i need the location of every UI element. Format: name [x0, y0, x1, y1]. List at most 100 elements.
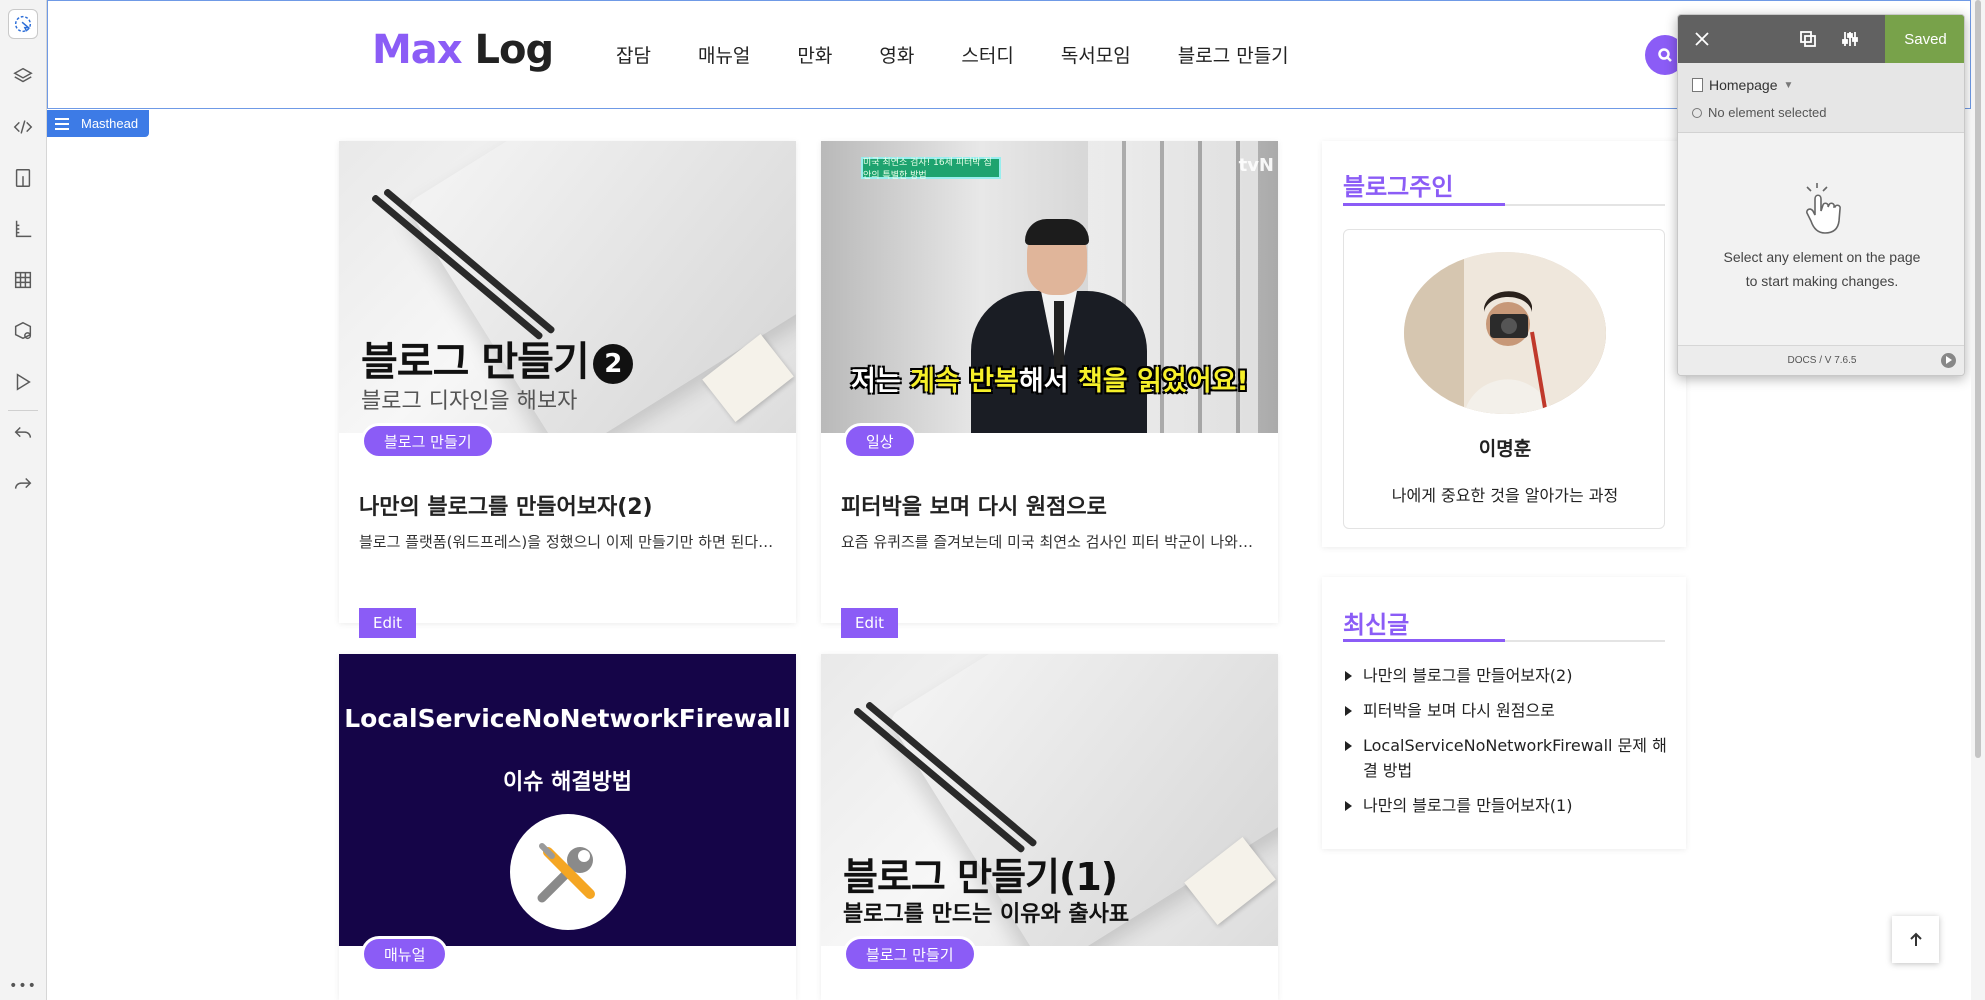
broadcaster-logo: tvN [1238, 155, 1274, 176]
edit-button[interactable]: Edit [359, 608, 416, 638]
editor-toolbar: ••• [0, 0, 47, 1000]
nav-item-comics[interactable]: 만화 [797, 41, 832, 68]
message-line: to start making changes. [1745, 273, 1899, 289]
redo-icon[interactable] [8, 469, 38, 499]
play-icon[interactable] [1941, 353, 1956, 368]
more-icon[interactable]: ••• [8, 978, 38, 994]
thumbnail-title: 블로그 만들기(1) [843, 855, 1118, 899]
element-icon [1692, 107, 1702, 118]
video-subtitle-highlight: 책을 읽었어요! [1077, 366, 1249, 397]
message-line: Select any element on the page [1723, 249, 1921, 265]
thumbnail-title-text: 블로그 만들기 [361, 339, 590, 385]
category-badge[interactable]: 매뉴얼 [361, 936, 449, 972]
page-scrollbar[interactable] [1971, 0, 1985, 1000]
photographer-photo [1404, 252, 1606, 414]
thumbnail-title: 블로그 만들기 2 [361, 329, 633, 387]
selection-status: No element selected [1692, 105, 1827, 120]
video-badge: 미국 최연소 검사! 16세 피터박 집안의 특별한 방법 [861, 157, 1001, 181]
nav-item-manual[interactable]: 매뉴얼 [698, 41, 750, 68]
components-icon[interactable] [8, 316, 38, 346]
logo-max: Max [372, 27, 463, 73]
category-badge[interactable]: 일상 [843, 423, 917, 459]
widget-title: 최신글 [1343, 611, 1410, 639]
docs-version-link[interactable]: DOCS / V 7.6.5 [1678, 355, 1964, 366]
nav-item-blog-building[interactable]: 블로그 만들기 [1178, 41, 1289, 68]
thumbnail-subtitle: 블로그 디자인을 해보자 [361, 389, 578, 414]
widget-divider-accent [1343, 203, 1505, 206]
saved-button[interactable]: Saved [1885, 15, 1964, 63]
editor-panel-message: Select any element on the page to start … [1678, 245, 1964, 293]
person-hair [1025, 219, 1089, 245]
edit-button[interactable]: Edit [841, 608, 898, 638]
back-to-top-button[interactable] [1892, 916, 1939, 963]
chevron-down-icon: ▼ [1783, 79, 1794, 91]
close-icon[interactable] [1690, 27, 1714, 51]
post-thumbnail[interactable]: 미국 최연소 검사! 16세 피터박 집안의 특별한 방법 tvN 저는 계속 … [821, 141, 1278, 433]
post-card[interactable]: 미국 최연소 검사! 16세 피터박 집안의 특별한 방법 tvN 저는 계속 … [821, 141, 1278, 638]
site-logo[interactable]: Max Log [372, 27, 555, 73]
page-icon[interactable] [8, 163, 38, 193]
profile-card: 이명훈 나에게 중요한 것을 알아가는 과정 [1343, 229, 1665, 529]
video-subtitle: 저는 계속 반복해서 책을 읽었어요! [851, 359, 1249, 398]
select-icon[interactable] [8, 9, 38, 39]
video-subtitle-part: 저는 [851, 366, 911, 397]
post-title[interactable]: 피터박을 보며 다시 원점으로 [841, 489, 1107, 521]
selection-status-text: No element selected [1708, 105, 1827, 120]
thumbnail-title: LocalServiceNoNetworkFirewall [344, 704, 791, 733]
widget-divider-accent [1343, 639, 1505, 642]
hamburger-icon [55, 115, 69, 133]
arrow-up-icon [1909, 932, 1922, 946]
thumbnail-subtitle: 이슈 해결방법 [502, 770, 633, 795]
page-selector[interactable]: Homepage ▼ [1692, 77, 1793, 93]
post-card[interactable]: 블로그 만들기 2 블로그 디자인을 해보자 블로그 만들기 나만의 블로그를 만… [339, 141, 796, 638]
nav-item-bookclub[interactable]: 독서모임 [1061, 41, 1131, 68]
grid-icon[interactable] [8, 265, 38, 295]
post-card[interactable]: LocalServiceNoNetworkFirewall 이슈 해결방법 매뉴… [339, 654, 796, 1000]
post-thumbnail[interactable]: 블로그 만들기(1) 블로그를 만드는 이유와 출사표 [821, 654, 1278, 946]
post-thumbnail[interactable]: 블로그 만들기 2 블로그 디자인을 해보자 [339, 141, 796, 433]
thumbnail-subtitle: 블로그를 만드는 이유와 출사표 [843, 902, 1130, 927]
thumbnail-number: 2 [592, 344, 633, 384]
code-icon[interactable] [8, 112, 38, 142]
scrollbar-thumb[interactable] [1975, 0, 1981, 758]
owner-name: 이명훈 [1478, 438, 1532, 460]
duplicate-icon[interactable] [1796, 27, 1820, 51]
search-icon [1658, 48, 1672, 62]
recent-post-link[interactable]: 피터박을 보며 다시 원점으로 [1343, 698, 1673, 723]
post-thumbnail[interactable]: LocalServiceNoNetworkFirewall 이슈 해결방법 [339, 654, 796, 946]
logo-log: Log [474, 27, 555, 73]
post-card[interactable]: 블로그 만들기(1) 블로그를 만드는 이유와 출사표 블로그 만들기 [821, 654, 1278, 1000]
avatar[interactable] [1404, 252, 1606, 414]
nav-item-study[interactable]: 스터디 [961, 41, 1013, 68]
undo-icon[interactable] [8, 418, 38, 448]
category-badge[interactable]: 블로그 만들기 [843, 936, 977, 972]
masthead-selection-label[interactable]: Masthead [47, 110, 149, 137]
post-excerpt: 블로그 플랫폼(워드프레스)을 정했으니 이제 만들기만 하면 된다. 블로그 … [359, 533, 774, 551]
recent-post-link[interactable]: 나만의 블로그를 만들어보자(1) [1343, 793, 1673, 818]
preview-icon[interactable] [8, 367, 38, 397]
editor-panel-footer: DOCS / V 7.6.5 [1678, 345, 1964, 375]
masthead-label-text: Masthead [81, 116, 139, 131]
editor-panel-context [1678, 63, 1964, 133]
page-name: Homepage [1709, 77, 1778, 93]
owner-description: 나에게 중요한 것을 알아가는 과정 [1391, 486, 1619, 505]
ruler-icon[interactable] [8, 214, 38, 244]
document-icon [1692, 78, 1703, 92]
recent-post-link[interactable]: LocalServiceNoNetworkFirewall 문제 해결 방법 [1343, 733, 1673, 783]
category-badge[interactable]: 블로그 만들기 [361, 423, 495, 459]
recent-post-link[interactable]: 나만의 블로그를 만들어보자(2) [1343, 663, 1673, 688]
wrench-screwdriver-icon [510, 814, 626, 930]
pointer-hand-icon [1806, 183, 1841, 234]
main-nav: 잡담 매뉴얼 만화 영화 스터디 독서모임 블로그 만들기 [616, 41, 1336, 68]
editor-panel: Saved Homepage ▼ No element selected Sel… [1677, 14, 1965, 376]
nav-item-chat[interactable]: 잡담 [616, 41, 651, 68]
widget-title: 블로그주인 [1343, 173, 1454, 201]
recent-posts-list: 나만의 블로그를 만들어보자(2) 피터박을 보며 다시 원점으로 LocalS… [1343, 663, 1673, 828]
settings-sliders-icon[interactable] [1838, 27, 1862, 51]
layers-icon[interactable] [8, 61, 38, 91]
post-title[interactable]: 나만의 블로그를 만들어보자(2) [359, 489, 653, 521]
recent-posts-widget: 최신글 나만의 블로그를 만들어보자(2) 피터박을 보며 다시 원점으로 Lo… [1322, 577, 1686, 849]
video-subtitle-highlight: 계속 반복 [910, 366, 1019, 397]
post-excerpt: 요즘 유퀴즈를 즐겨보는데 미국 최연소 검사인 피터 박군이 나와서 이야기를… [841, 533, 1256, 551]
nav-item-movies[interactable]: 영화 [879, 41, 914, 68]
